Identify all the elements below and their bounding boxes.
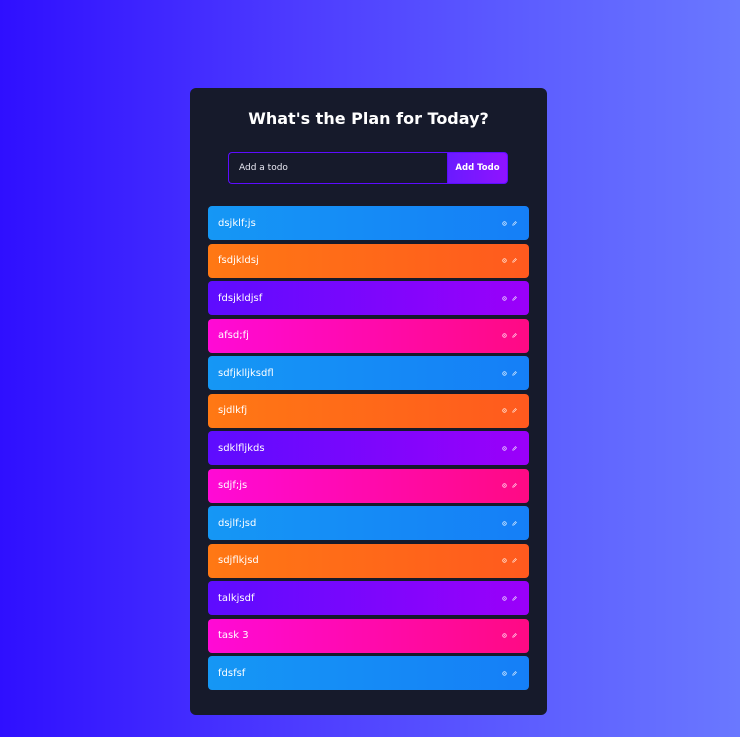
todo-icons — [502, 670, 517, 676]
edit-icon[interactable] — [512, 595, 517, 601]
todo-row[interactable]: task 3 — [208, 618, 529, 653]
close-icon[interactable] — [502, 633, 507, 638]
todo-icons — [502, 295, 517, 301]
close-icon[interactable] — [502, 445, 507, 451]
close-icon[interactable] — [502, 483, 507, 488]
todo-text[interactable]: talkjsdf — [218, 593, 254, 604]
edit-icon[interactable] — [512, 295, 517, 301]
todo-text[interactable]: sdfjklljksdfl — [218, 368, 274, 379]
close-icon[interactable] — [502, 370, 507, 376]
todo-icons — [502, 520, 517, 526]
add-todo-button[interactable]: Add Todo — [447, 152, 508, 184]
edit-icon[interactable] — [512, 408, 517, 413]
todo-list: dsjklf;js fsdjkldsj fdsjkldjsf afsd;fj sdfjk… — [208, 206, 529, 694]
todo-text[interactable]: fsdjkldsj — [218, 255, 259, 266]
todo-app: What's the Plan for Today? Add Todo dsjk… — [190, 88, 547, 715]
todo-text[interactable]: fdsjkldjsf — [218, 293, 262, 304]
todo-text[interactable]: sdklfljkds — [218, 443, 265, 454]
close-icon[interactable] — [502, 408, 507, 413]
close-icon[interactable] — [502, 295, 507, 301]
todo-icons — [502, 370, 517, 376]
todo-row[interactable]: fdsfsf — [208, 656, 529, 690]
edit-icon[interactable] — [512, 633, 517, 638]
todo-text[interactable]: task 3 — [218, 630, 249, 641]
todo-form: Add Todo — [228, 152, 508, 184]
edit-icon[interactable] — [512, 670, 517, 676]
todo-row[interactable]: dsjlf;jsd — [208, 506, 529, 540]
todo-row[interactable]: fdsjkldjsf — [208, 281, 529, 315]
todo-icons — [502, 633, 517, 638]
todo-icons — [502, 483, 517, 488]
close-icon[interactable] — [502, 558, 507, 563]
todo-text[interactable]: dsjklf;js — [218, 218, 256, 229]
edit-icon[interactable] — [512, 558, 517, 563]
edit-icon[interactable] — [512, 520, 517, 526]
todo-icons — [502, 220, 517, 226]
edit-icon[interactable] — [512, 370, 517, 376]
todo-row[interactable]: sdjflkjsd — [208, 543, 529, 578]
close-icon[interactable] — [502, 520, 507, 526]
todo-row[interactable]: fsdjkldsj — [208, 243, 529, 278]
edit-icon[interactable] — [512, 483, 517, 488]
todo-icons — [502, 258, 517, 263]
todo-row[interactable]: sdfjklljksdfl — [208, 356, 529, 390]
todo-text[interactable]: sjdlkfj — [218, 405, 247, 416]
todo-row[interactable]: sjdlkfj — [208, 393, 529, 428]
close-icon[interactable] — [502, 670, 507, 676]
todo-row[interactable]: talkjsdf — [208, 581, 529, 615]
todo-row[interactable]: sdklfljkds — [208, 431, 529, 465]
todo-icons — [502, 558, 517, 563]
edit-icon[interactable] — [512, 220, 517, 226]
todo-row[interactable]: afsd;fj — [208, 318, 529, 353]
close-icon[interactable] — [502, 595, 507, 601]
todo-text[interactable]: dsjlf;jsd — [218, 518, 256, 529]
todo-text[interactable]: afsd;fj — [218, 330, 249, 341]
page-title: What's the Plan for Today? — [248, 109, 489, 128]
edit-icon[interactable] — [512, 445, 517, 451]
todo-row[interactable]: sdjf;js — [208, 468, 529, 503]
edit-icon[interactable] — [512, 333, 517, 338]
todo-icons — [502, 595, 517, 601]
todo-row[interactable]: dsjklf;js — [208, 206, 529, 240]
close-icon[interactable] — [502, 220, 507, 226]
todo-text[interactable]: sdjf;js — [218, 480, 247, 491]
todo-icons — [502, 445, 517, 451]
todo-input[interactable] — [228, 152, 447, 184]
close-icon[interactable] — [502, 333, 507, 338]
todo-text[interactable]: sdjflkjsd — [218, 555, 259, 566]
todo-icons — [502, 408, 517, 413]
todo-icons — [502, 333, 517, 338]
close-icon[interactable] — [502, 258, 507, 263]
todo-text[interactable]: fdsfsf — [218, 668, 245, 679]
edit-icon[interactable] — [512, 258, 517, 263]
